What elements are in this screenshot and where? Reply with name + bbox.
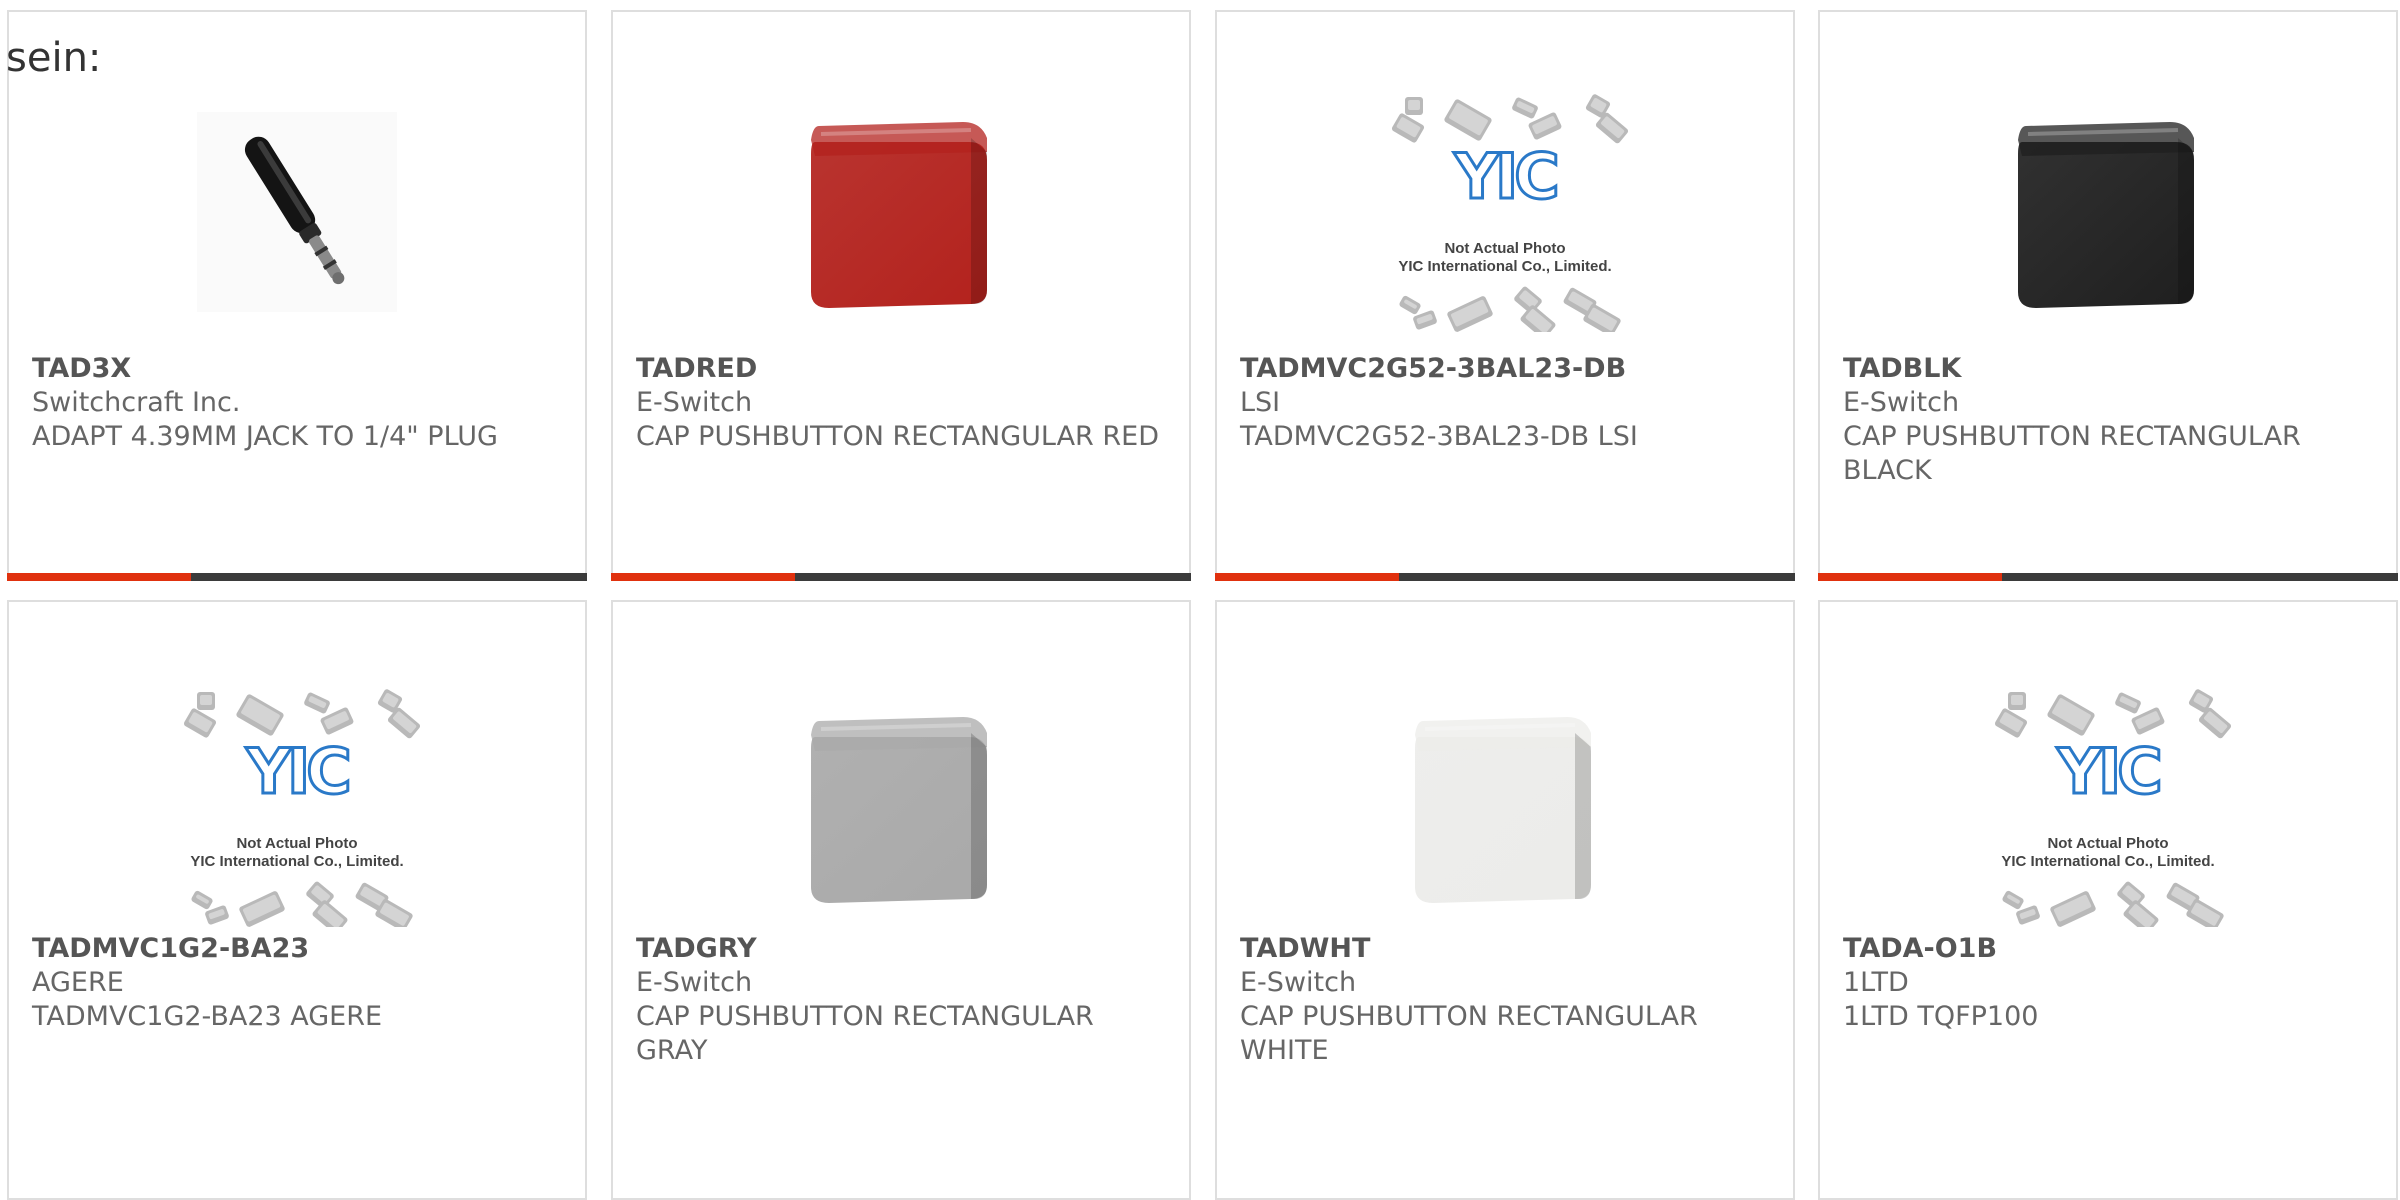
product-card[interactable]: YIC Not Actual Photo YIC International Co.…	[1215, 10, 1795, 581]
product-description: CAP PUSHBUTTON RECTANGULAR WHITE	[1240, 1001, 1698, 1066]
product-card[interactable]: TAD3X Switchcraft Inc. ADAPT 4.39MM JACK T…	[7, 10, 587, 581]
product-manufacturer: Switchcraft Inc.	[32, 387, 241, 418]
pushbutton-cap-image	[1415, 717, 1591, 903]
placeholder-image: YIC Not Actual Photo YIC International Co.…	[1370, 92, 1640, 339]
pushbutton-cap-image	[2018, 122, 2194, 308]
product-image[interactable]	[1820, 82, 2396, 342]
placeholder-image: YIC Not Actual Photo YIC International Co.…	[162, 687, 432, 934]
product-manufacturer: E-Switch	[1240, 967, 1357, 998]
yic-logo: YIC	[245, 735, 353, 808]
product-manufacturer: E-Switch	[1843, 387, 1960, 418]
product-part-number[interactable]: TADA-O1B	[1843, 932, 2376, 966]
yic-logo: YIC	[1453, 140, 1561, 213]
card-bottom-bar	[7, 573, 587, 581]
product-description: TADMVC1G2-BA23 AGERE	[32, 1001, 383, 1032]
product-part-number[interactable]: TADGRY	[636, 932, 1169, 966]
product-info: TADA-O1B 1LTD 1LTD TQFP100	[1843, 932, 2376, 1034]
placeholder-caption-line1: Not Actual Photo	[236, 835, 358, 852]
placeholder-caption-line2: YIC International Co., Limited.	[1398, 258, 1612, 275]
product-image[interactable]	[1217, 677, 1793, 937]
product-part-number[interactable]: TADMVC1G2-BA23	[32, 932, 565, 966]
product-part-number[interactable]: TADBLK	[1843, 352, 2376, 386]
product-description: CAP PUSHBUTTON RECTANGULAR GRAY	[636, 1001, 1094, 1066]
product-description: CAP PUSHBUTTON RECTANGULAR BLACK	[1843, 421, 2301, 486]
product-card[interactable]: YIC Not Actual Photo YIC International Co.…	[7, 600, 587, 1200]
product-description: 1LTD TQFP100	[1843, 1001, 2039, 1032]
placeholder-caption-line1: Not Actual Photo	[2047, 835, 2169, 852]
product-info: TADMVC2G52-3BAL23-DB LSI TADMVC2G52-3BAL23…	[1240, 352, 1773, 454]
product-card[interactable]: YIC Not Actual Photo YIC International Co.…	[1818, 600, 2398, 1200]
card-bottom-bar	[611, 573, 1191, 581]
product-part-number[interactable]: TADWHT	[1240, 932, 1773, 966]
product-manufacturer: LSI	[1240, 387, 1281, 418]
product-description: ADAPT 4.39MM JACK TO 1/4" PLUG	[32, 421, 498, 452]
product-image[interactable]: YIC Not Actual Photo YIC International Co.…	[9, 677, 585, 937]
placeholder-caption-line2: YIC International Co., Limited.	[2001, 853, 2215, 870]
card-accent-strip	[611, 573, 795, 581]
card-bottom-bar	[1215, 573, 1795, 581]
placeholder-caption-line2: YIC International Co., Limited.	[190, 853, 404, 870]
product-info: TADRED E-Switch CAP PUSHBUTTON RECTANGULAR…	[636, 352, 1169, 454]
product-card[interactable]: TADGRY E-Switch CAP PUSHBUTTON RECTANGULAR…	[611, 600, 1191, 1200]
product-info: TADWHT E-Switch CAP PUSHBUTTON RECTANGULAR…	[1240, 932, 1773, 1068]
product-description: CAP PUSHBUTTON RECTANGULAR RED	[636, 421, 1160, 452]
product-card[interactable]: TADRED E-Switch CAP PUSHBUTTON RECTANGULAR…	[611, 10, 1191, 581]
card-accent-strip	[7, 573, 191, 581]
product-image[interactable]	[613, 82, 1189, 342]
card-bottom-bar	[1818, 573, 2398, 581]
placeholder-image: YIC Not Actual Photo YIC International Co.…	[1973, 687, 2243, 934]
product-image[interactable]: YIC Not Actual Photo YIC International Co.…	[1217, 82, 1793, 342]
product-part-number[interactable]: TADMVC2G52-3BAL23-DB	[1240, 352, 1773, 386]
product-manufacturer: AGERE	[32, 967, 124, 998]
product-description: TADMVC2G52-3BAL23-DB LSI	[1240, 421, 1638, 452]
product-manufacturer: E-Switch	[636, 387, 753, 418]
pushbutton-cap-image	[811, 717, 987, 903]
product-info: TADMVC1G2-BA23 AGERE TADMVC1G2-BA23 AGERE	[32, 932, 565, 1034]
card-accent-strip	[1818, 573, 2002, 581]
product-manufacturer: E-Switch	[636, 967, 753, 998]
product-manufacturer: 1LTD	[1843, 967, 1909, 998]
placeholder-caption-line1: Not Actual Photo	[1444, 240, 1566, 257]
product-card[interactable]: TADBLK E-Switch CAP PUSHBUTTON RECTANGULAR…	[1818, 10, 2398, 581]
product-info: TADBLK E-Switch CAP PUSHBUTTON RECTANGULAR…	[1843, 352, 2376, 488]
pushbutton-cap-image	[811, 122, 987, 308]
card-accent-strip	[1215, 573, 1399, 581]
product-part-number[interactable]: TAD3X	[32, 352, 565, 386]
product-image[interactable]: YIC Not Actual Photo YIC International Co.…	[1820, 677, 2396, 937]
plug-adapter-image	[197, 112, 397, 312]
product-part-number[interactable]: TADRED	[636, 352, 1169, 386]
product-image[interactable]	[613, 677, 1189, 937]
product-card[interactable]: TADWHT E-Switch CAP PUSHBUTTON RECTANGULAR…	[1215, 600, 1795, 1200]
product-grid: TAD3X Switchcraft Inc. ADAPT 4.39MM JACK T…	[0, 0, 2400, 1200]
product-info: TAD3X Switchcraft Inc. ADAPT 4.39MM JACK T…	[32, 352, 565, 454]
yic-logo: YIC	[2056, 735, 2164, 808]
product-info: TADGRY E-Switch CAP PUSHBUTTON RECTANGULAR…	[636, 932, 1169, 1068]
product-image[interactable]	[9, 82, 585, 342]
intro-text: sein:	[6, 35, 102, 81]
